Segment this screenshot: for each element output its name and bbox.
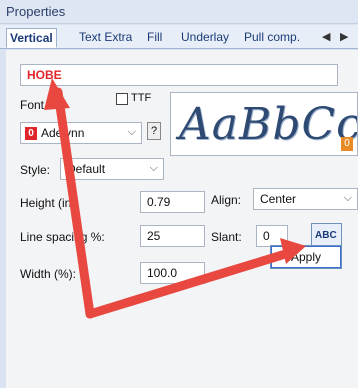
- annotation-arrows: [44, 78, 306, 319]
- annotation-arrow-up: [44, 78, 95, 319]
- annotation-arrow-right: [85, 238, 306, 319]
